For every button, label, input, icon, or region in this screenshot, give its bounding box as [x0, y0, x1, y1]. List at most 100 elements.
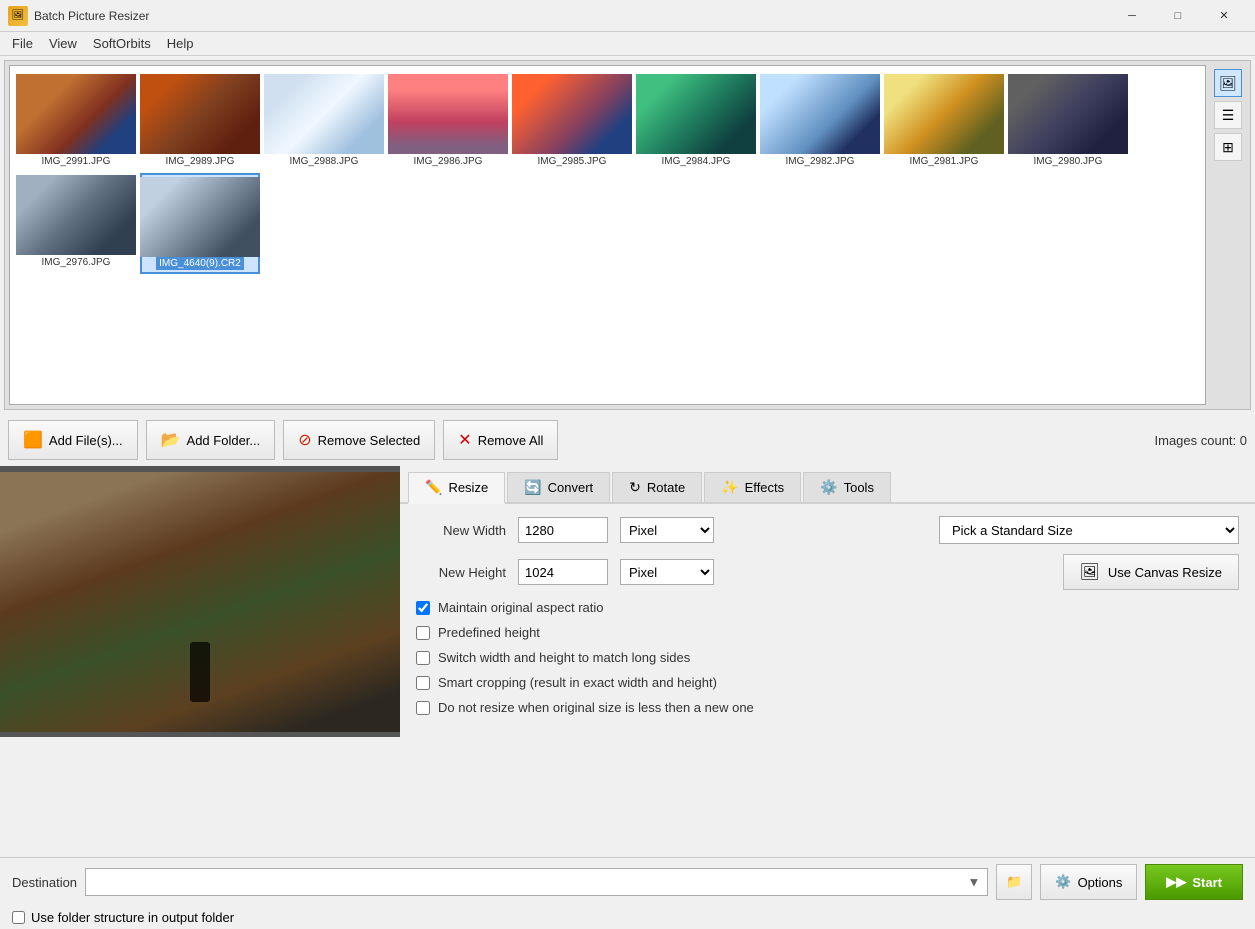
list-view-button[interactable]: ☰: [1214, 101, 1242, 129]
start-button[interactable]: ▶▶ Start: [1145, 864, 1243, 900]
gallery-thumbnail-7: [884, 74, 1004, 154]
gallery-label-10: IMG_4640(9).CR2: [156, 257, 244, 270]
app-title: Batch Picture Resizer: [34, 9, 149, 23]
switch-wh-checkbox[interactable]: [416, 651, 430, 665]
gallery-item-5[interactable]: IMG_2984.JPG: [636, 72, 756, 169]
predefined-height-checkbox[interactable]: [416, 626, 430, 640]
standard-size-select[interactable]: Pick a Standard Size 640x480 800x600 102…: [939, 516, 1239, 544]
gallery-item-8[interactable]: IMG_2980.JPG: [1008, 72, 1128, 169]
gallery-thumbnail-1: [140, 74, 260, 154]
add-folder-icon: 📂: [161, 430, 181, 450]
tab-resize[interactable]: ✏️ Resize: [408, 472, 505, 504]
effects-tab-label: Effects: [745, 480, 785, 495]
thumbnail-view-button[interactable]: 🖼: [1214, 69, 1242, 97]
gallery-label-3: IMG_2986.JPG: [414, 156, 483, 167]
height-row: New Height Pixel Percent Centimeter Inch…: [416, 554, 1239, 590]
add-files-button[interactable]: 🟧 Add File(s)...: [8, 420, 138, 460]
tools-tab-label: Tools: [844, 480, 874, 495]
gallery-panel[interactable]: IMG_2991.JPG IMG_2989.JPG IMG_2988.JPG IMG_…: [9, 65, 1206, 405]
preview-panel: [0, 466, 400, 737]
gallery-label-5: IMG_2984.JPG: [662, 156, 731, 167]
remove-all-button[interactable]: ✕ Remove All: [443, 420, 558, 460]
use-canvas-resize-button[interactable]: 🖼 Use Canvas Resize: [1063, 554, 1239, 590]
menu-softorbits[interactable]: SoftOrbits: [85, 34, 159, 53]
convert-tab-icon: 🔄: [524, 479, 541, 496]
titlebar: 🖼 Batch Picture Resizer ─ □ ✕: [0, 0, 1255, 32]
app-icon: 🖼: [8, 6, 28, 26]
add-folder-button[interactable]: 📂 Add Folder...: [146, 420, 276, 460]
no-resize-label[interactable]: Do not resize when original size is less…: [438, 700, 754, 715]
resize-options-panel: New Width Pixel Percent Centimeter Inch …: [400, 504, 1255, 737]
destination-input[interactable]: [85, 868, 988, 896]
gallery-thumbnail-10: [140, 177, 260, 257]
add-files-icon: 🟧: [23, 430, 43, 450]
gallery-label-1: IMG_2989.JPG: [166, 156, 235, 167]
gallery-item-4[interactable]: IMG_2985.JPG: [512, 72, 632, 169]
use-folder-structure-checkbox[interactable]: [12, 911, 25, 924]
tab-effects[interactable]: ✨ Effects: [704, 472, 801, 502]
start-icon: ▶▶: [1166, 874, 1186, 890]
titlebar-left: 🖼 Batch Picture Resizer: [8, 6, 149, 26]
destination-wrapper: ▼: [85, 868, 988, 896]
menubar: File View SoftOrbits Help: [0, 32, 1255, 56]
gallery-label-9: IMG_2976.JPG: [42, 257, 111, 268]
remove-selected-button[interactable]: ⊘ Remove Selected: [283, 420, 435, 460]
gallery-item-2[interactable]: IMG_2988.JPG: [264, 72, 384, 169]
gallery-item-3[interactable]: IMG_2986.JPG: [388, 72, 508, 169]
new-height-input[interactable]: [518, 559, 608, 585]
height-unit-select[interactable]: Pixel Percent Centimeter Inch: [620, 559, 714, 585]
smart-crop-checkbox[interactable]: [416, 676, 430, 690]
menu-help[interactable]: Help: [159, 34, 202, 53]
grid-view-button[interactable]: ⊞: [1214, 133, 1242, 161]
rotate-tab-label: Rotate: [647, 480, 685, 495]
menu-view[interactable]: View: [41, 34, 85, 53]
gallery-sidebar: 🖼 ☰ ⊞: [1210, 65, 1246, 405]
gallery-item-1[interactable]: IMG_2989.JPG: [140, 72, 260, 169]
gallery-item-10[interactable]: IMG_4640(9).CR2: [140, 173, 260, 274]
gallery-thumbnail-0: [16, 74, 136, 154]
menu-file[interactable]: File: [4, 34, 41, 53]
rotate-tab-icon: ↻: [629, 479, 641, 496]
resize-tab-icon: ✏️: [425, 479, 442, 496]
add-folder-label: Add Folder...: [187, 433, 261, 448]
maximize-button[interactable]: □: [1155, 0, 1201, 32]
browse-folder-button[interactable]: 📁: [996, 864, 1032, 900]
gallery-label-8: IMG_2980.JPG: [1034, 156, 1103, 167]
content-panel: ✏️ Resize 🔄 Convert ↻ Rotate ✨ Effects ⚙…: [400, 466, 1255, 737]
toolbar: 🟧 Add File(s)... 📂 Add Folder... ⊘ Remov…: [0, 414, 1255, 466]
gallery-label-2: IMG_2988.JPG: [290, 156, 359, 167]
gallery-item-9[interactable]: IMG_2976.JPG: [16, 173, 136, 270]
tab-rotate[interactable]: ↻ Rotate: [612, 472, 702, 502]
maintain-aspect-checkbox[interactable]: [416, 601, 430, 615]
gallery-thumbnail-2: [264, 74, 384, 154]
gallery-item-0[interactable]: IMG_2991.JPG: [16, 72, 136, 169]
width-unit-select[interactable]: Pixel Percent Centimeter Inch: [620, 517, 714, 543]
smart-crop-row: Smart cropping (result in exact width an…: [416, 675, 1239, 690]
tab-convert[interactable]: 🔄 Convert: [507, 472, 610, 502]
gallery-item-6[interactable]: IMG_2982.JPG: [760, 72, 880, 169]
close-button[interactable]: ✕: [1201, 0, 1247, 32]
options-label: Options: [1078, 875, 1123, 890]
gallery-thumbnail-3: [388, 74, 508, 154]
gallery-item-7[interactable]: IMG_2981.JPG: [884, 72, 1004, 169]
predefined-height-label[interactable]: Predefined height: [438, 625, 540, 640]
use-folder-structure-label[interactable]: Use folder structure in output folder: [31, 910, 234, 925]
new-width-input[interactable]: [518, 517, 608, 543]
maintain-aspect-label[interactable]: Maintain original aspect ratio: [438, 600, 603, 615]
add-files-label: Add File(s)...: [49, 433, 123, 448]
switch-wh-label[interactable]: Switch width and height to match long si…: [438, 650, 690, 665]
browse-folder-icon: 📁: [1006, 874, 1022, 890]
maintain-aspect-row: Maintain original aspect ratio: [416, 600, 1239, 615]
options-button[interactable]: ⚙️ Options: [1040, 864, 1137, 900]
bottom-check-row: Use folder structure in output folder: [0, 906, 1255, 929]
gallery-label-6: IMG_2982.JPG: [786, 156, 855, 167]
no-resize-checkbox[interactable]: [416, 701, 430, 715]
new-height-label: New Height: [416, 565, 506, 580]
smart-crop-label[interactable]: Smart cropping (result in exact width an…: [438, 675, 717, 690]
minimize-button[interactable]: ─: [1109, 0, 1155, 32]
tab-tools[interactable]: ⚙️ Tools: [803, 472, 891, 502]
effects-tab-icon: ✨: [721, 479, 738, 496]
new-width-label: New Width: [416, 523, 506, 538]
gallery-thumbnail-8: [1008, 74, 1128, 154]
remove-selected-icon: ⊘: [298, 430, 311, 450]
